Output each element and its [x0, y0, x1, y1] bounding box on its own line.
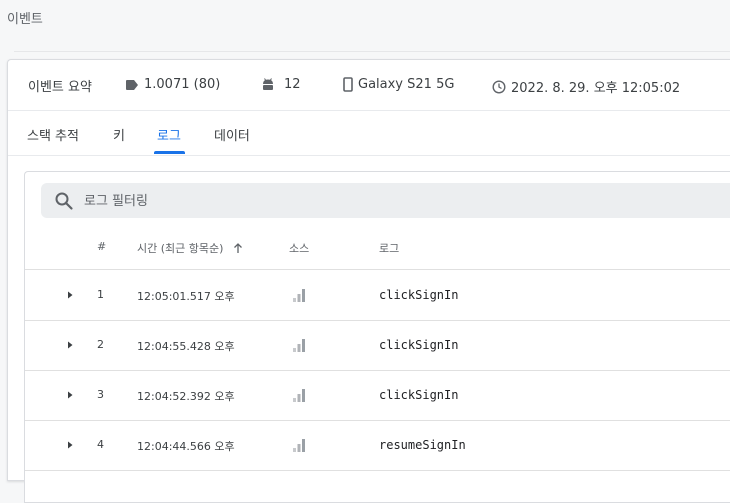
row-time: 12:04:52.392 오후	[137, 390, 235, 403]
tab-data[interactable]: 데이터	[214, 125, 250, 144]
os-version-value: 12	[284, 77, 301, 92]
signal-bars-icon	[293, 389, 305, 402]
page-title: 이벤트	[7, 12, 43, 27]
tab-stack-trace[interactable]: 스택 추적	[27, 125, 79, 144]
triangle-right-icon[interactable]	[65, 290, 75, 300]
label-icon	[126, 79, 138, 90]
triangle-right-icon[interactable]	[65, 390, 75, 400]
row-number: 1	[97, 288, 104, 301]
row-number: 2	[97, 338, 104, 351]
timestamp-meta: 2022. 8. 29. 오후 12:05:02	[492, 77, 680, 96]
device-value: Galaxy S21 5G	[358, 77, 455, 92]
signal-bars-icon	[293, 339, 305, 352]
tab-logs[interactable]: 로그	[157, 125, 181, 144]
row-number: 3	[97, 388, 104, 401]
android-icon	[263, 78, 273, 90]
table-row[interactable]: 3 12:04:52.392 오후 clickSignIn	[25, 370, 730, 421]
triangle-right-icon[interactable]	[65, 340, 75, 350]
table-row[interactable]: 1 12:05:01.517 오후 clickSignIn	[25, 270, 730, 321]
log-panel: # 시간 (최근 항목순) 소스 로그 1 12:05:01.517 오후 cl…	[24, 171, 730, 503]
log-filter-input[interactable]	[84, 191, 484, 211]
active-tab-indicator	[154, 151, 185, 154]
column-header-log: 로그	[379, 242, 400, 255]
table-row[interactable]: 2 12:04:55.428 오후 clickSignIn	[25, 320, 730, 371]
table-row[interactable]: 4 12:04:44.566 오후 resumeSignIn	[25, 420, 730, 471]
row-time: 12:05:01.517 오후	[137, 290, 235, 303]
tab-keys[interactable]: 키	[113, 125, 125, 144]
signal-bars-icon	[293, 289, 305, 302]
clock-icon	[492, 79, 506, 94]
column-header-time[interactable]: 시간 (최근 항목순)	[137, 240, 243, 256]
row-number: 4	[97, 438, 104, 451]
device-meta: Galaxy S21 5G	[343, 77, 454, 92]
column-header-time-label: 시간 (최근 항목순)	[137, 242, 224, 255]
column-header-source: 소스	[289, 242, 310, 255]
event-summary-bar: 이벤트 요약 1.0071 (80) 12 Galaxy S21 5G 2022…	[8, 60, 730, 111]
search-icon	[55, 192, 73, 210]
log-filter	[41, 183, 730, 218]
tab-bar: 스택 추적 키 로그 데이터	[8, 111, 730, 156]
summary-title: 이벤트 요약	[28, 80, 92, 95]
event-card: 이벤트 요약 1.0071 (80) 12 Galaxy S21 5G 2022…	[7, 59, 730, 503]
row-time: 12:04:44.566 오후	[137, 440, 235, 453]
row-log-message: clickSignIn	[379, 388, 459, 402]
row-log-message: clickSignIn	[379, 338, 459, 352]
row-time: 12:04:55.428 오후	[137, 340, 235, 353]
timestamp-value: 2022. 8. 29. 오후 12:05:02	[511, 81, 681, 96]
arrow-up-icon	[234, 242, 243, 253]
triangle-right-icon[interactable]	[65, 440, 75, 450]
version-meta: 1.0071 (80)	[125, 77, 220, 92]
row-log-message: clickSignIn	[379, 288, 459, 302]
row-log-message: resumeSignIn	[379, 438, 466, 452]
os-meta: 12	[261, 77, 301, 92]
column-header-num: #	[97, 240, 107, 253]
version-value: 1.0071 (80)	[144, 77, 221, 92]
phone-icon	[343, 77, 353, 92]
signal-bars-icon	[293, 439, 305, 452]
